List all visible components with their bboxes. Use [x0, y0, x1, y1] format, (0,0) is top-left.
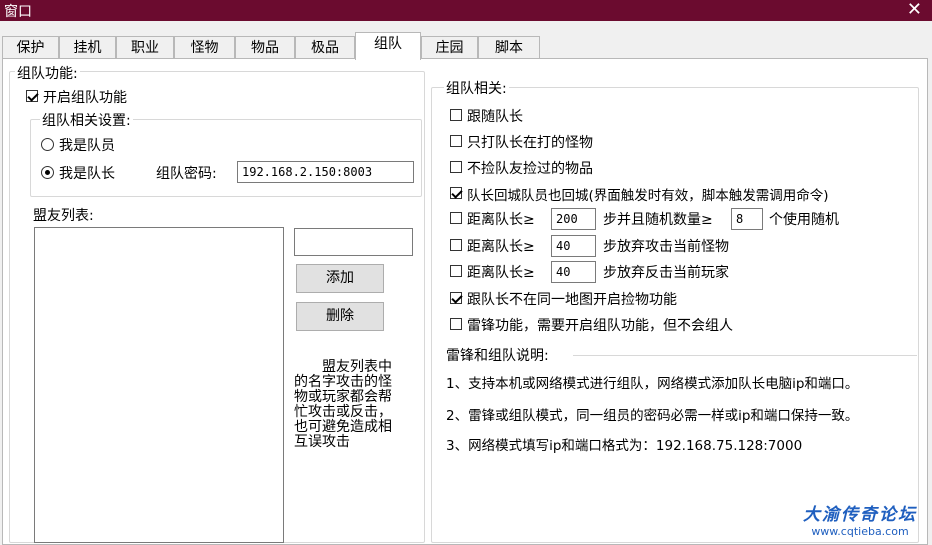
- watermark-line-1: 大渝传奇论坛: [803, 505, 917, 525]
- no-pick-leader-items-checkbox[interactable]: [450, 161, 462, 173]
- notes-separator: [573, 355, 917, 356]
- window-title: 窗口: [4, 4, 32, 20]
- no-pick-leader-items-label: 不捡队友捡过的物品: [467, 161, 593, 177]
- tab-idle[interactable]: 挂机: [59, 36, 116, 59]
- abandon-monster-label-a: 距离队长≥: [467, 239, 535, 255]
- return-with-leader-label: 队长回城队员也回城(界面触发时有效，脚本触发需调用命令): [467, 188, 829, 204]
- pick-when-apart-checkbox[interactable]: [450, 292, 462, 304]
- tab-rare[interactable]: 极品: [295, 36, 355, 59]
- thunder-checkbox[interactable]: [450, 318, 462, 330]
- team-password-input[interactable]: [237, 161, 414, 183]
- note-line-1: 1、支持本机或网络模式进行组队，网络模式添加队长电脑ip和端口。: [446, 376, 859, 392]
- enable-team-checkbox[interactable]: [26, 90, 38, 102]
- tab-bar: 保护 挂机 职业 怪物 物品 极品 组队 庄园 脚本: [0, 32, 932, 60]
- only-leader-monster-label: 只打队长在打的怪物: [467, 135, 593, 151]
- watermark-line-2: www.cqtieba.com: [811, 525, 909, 538]
- distance-random-checkbox[interactable]: [450, 212, 462, 224]
- enable-team-label: 开启组队功能: [43, 90, 127, 106]
- team-password-label: 组队密码:: [156, 166, 217, 182]
- distance-random-steps-input[interactable]: [551, 208, 596, 230]
- team-settings-title: 组队相关设置:: [40, 110, 133, 130]
- abandon-monster-checkbox[interactable]: [450, 239, 462, 251]
- ally-list-title: 盟友列表:: [33, 208, 94, 224]
- note-line-3: 3、网络模式填写ip和端口格式为：192.168.75.128:7000: [446, 438, 803, 454]
- ally-listbox[interactable]: [34, 227, 284, 543]
- leader-radio[interactable]: [41, 166, 54, 179]
- only-leader-monster-checkbox[interactable]: [450, 135, 462, 147]
- tab-script[interactable]: 脚本: [478, 36, 540, 59]
- close-icon[interactable]: ✕: [907, 0, 922, 21]
- tab-items[interactable]: 物品: [235, 36, 295, 59]
- title-bar: 窗口 ✕: [0, 0, 932, 21]
- distance-random-label-b: 步并且随机数量≥: [603, 212, 713, 228]
- forum-watermark: 大渝传奇论坛 www.cqtieba.com: [803, 500, 917, 538]
- follow-leader-label: 跟随队长: [467, 109, 523, 125]
- member-radio[interactable]: [41, 138, 54, 151]
- tab-monster[interactable]: 怪物: [174, 36, 235, 59]
- follow-leader-checkbox[interactable]: [450, 109, 462, 121]
- tab-class[interactable]: 职业: [116, 36, 174, 59]
- leader-radio-label: 我是队长: [59, 166, 115, 182]
- team-related-title: 组队相关:: [444, 78, 509, 98]
- notes-title: 雷锋和组队说明:: [446, 348, 549, 364]
- ally-name-input[interactable]: [294, 228, 413, 256]
- tab-manor[interactable]: 庄园: [421, 36, 478, 59]
- abandon-player-label-b: 步放弃反击当前玩家: [603, 265, 729, 281]
- distance-random-label-c: 个使用随机: [769, 212, 839, 228]
- tab-team[interactable]: 组队: [355, 32, 421, 60]
- team-settings-group: [30, 119, 422, 197]
- abandon-player-steps-input[interactable]: [551, 261, 596, 283]
- ally-note: 盟友列表中的名字攻击的怪物或玩家都会帮忙攻击或反击，也可避免造成相互误攻击: [294, 359, 392, 450]
- abandon-player-checkbox[interactable]: [450, 265, 462, 277]
- pick-when-apart-label: 跟队长不在同一地图开启捡物功能: [467, 292, 677, 308]
- abandon-monster-label-b: 步放弃攻击当前怪物: [603, 239, 729, 255]
- abandon-monster-steps-input[interactable]: [551, 235, 596, 257]
- distance-random-label-a: 距离队长≥: [467, 212, 535, 228]
- team-panel: 组队功能: 开启组队功能 组队相关设置: 我是队员 我是队长 组队密码: 盟友列…: [2, 58, 928, 545]
- thunder-label: 雷锋功能，需要开启组队功能，但不会组人: [467, 318, 733, 334]
- note-line-2: 2、雷锋或组队模式，同一组员的密码必需一样或ip和端口保持一致。: [446, 408, 859, 424]
- delete-ally-button[interactable]: 删除: [296, 302, 384, 331]
- tab-protect[interactable]: 保护: [2, 36, 59, 59]
- member-radio-label: 我是队员: [59, 138, 115, 154]
- distance-random-count-input[interactable]: [731, 208, 763, 230]
- abandon-player-label-a: 距离队长≥: [467, 265, 535, 281]
- return-with-leader-checkbox[interactable]: [450, 187, 462, 199]
- add-ally-button[interactable]: 添加: [296, 264, 384, 293]
- team-function-title: 组队功能:: [15, 63, 80, 83]
